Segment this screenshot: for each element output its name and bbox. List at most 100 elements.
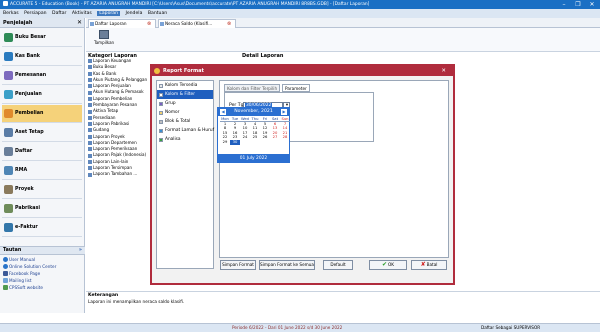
report-category-icon bbox=[88, 115, 92, 120]
tampilkan-button[interactable]: Tampilkan bbox=[93, 30, 115, 50]
menu-berkas[interactable]: Berkas bbox=[3, 11, 19, 16]
format-section-kolom-tersedia[interactable]: Kolom Tersedia bbox=[157, 81, 213, 90]
format-section-list: Kolom Tersedia Kolom & Filter Grup Nomor Blo… bbox=[156, 80, 214, 269]
format-section-grup[interactable]: Grup bbox=[157, 99, 213, 108]
sidebar-item-e-faktur[interactable]: e-Faktur bbox=[2, 219, 82, 237]
menu-aktivitas[interactable]: Aktivitas bbox=[72, 11, 92, 16]
sidebar-item-label: Penjualan bbox=[15, 92, 42, 97]
sidebar-item-kas-bank[interactable]: Kas Bank bbox=[2, 48, 82, 66]
kategori-label: Laporan Proyek bbox=[93, 133, 125, 139]
tab-neraca-saldo[interactable]: Neraca Saldo (Klasifi... ⊗ bbox=[158, 19, 236, 28]
report-category-icon bbox=[88, 84, 92, 89]
link-facebook[interactable]: Facebook Page bbox=[3, 271, 40, 277]
sidebar-item-proyek[interactable]: Proyek bbox=[2, 181, 82, 199]
sidebar-item-pabrikasi[interactable]: Pabrikasi bbox=[2, 200, 82, 218]
report-category-icon bbox=[88, 65, 92, 70]
sidebar-item-label: RMA bbox=[15, 168, 28, 173]
simpan-format-semua-button[interactable]: Simpan Format ke Semua bbox=[259, 260, 315, 270]
document-icon bbox=[160, 22, 164, 26]
format-section-format-laman-huruf[interactable]: Format Laman & Huruf bbox=[157, 126, 214, 135]
sidebar-item-buku-besar[interactable]: Buku Besar bbox=[2, 29, 82, 47]
status-bar: Periode 6/2022 - Dari 01 June 2022 s/d 3… bbox=[0, 323, 600, 332]
explorer-header: Penjelajah ✕ bbox=[0, 18, 84, 28]
default-button[interactable]: Default bbox=[323, 260, 353, 270]
checkmark-icon: ✔ bbox=[381, 261, 387, 268]
links-title: Tautan bbox=[3, 248, 22, 253]
kategori-label: Gudang bbox=[93, 127, 110, 133]
module-icon bbox=[4, 166, 13, 175]
section-icon bbox=[159, 101, 163, 106]
web-icon bbox=[3, 285, 8, 290]
sidebar-item-penjualan[interactable]: Penjualan bbox=[2, 86, 82, 104]
kategori-label: Laporan Lain-lain bbox=[93, 158, 129, 164]
menu-jendela[interactable]: Jendela bbox=[125, 11, 142, 16]
dialog-titlebar: Report Format ✕ bbox=[152, 66, 453, 76]
sidebar-item-rma[interactable]: RMA bbox=[2, 162, 82, 180]
menu-laporan[interactable]: Laporan bbox=[97, 11, 120, 16]
calendar-grid: Mon Tue Wed Thu Fri Sat Sun 1 2 3 4 5 6 7 8 9 10 11 12 13 14… bbox=[220, 117, 290, 145]
section-icon bbox=[159, 137, 163, 142]
section-label: Kolom Tersedia bbox=[165, 83, 198, 88]
next-month-button[interactable]: ▶ bbox=[281, 109, 287, 115]
batal-button[interactable]: ✘Batal bbox=[411, 260, 447, 270]
tab-daftar-laporan[interactable]: Daftar Laporan ⊗ bbox=[88, 19, 156, 28]
link-mailing-list[interactable]: Mailing list bbox=[3, 278, 31, 284]
module-icon bbox=[4, 90, 13, 99]
restore-button[interactable]: ❐ bbox=[573, 0, 583, 9]
collapse-links-button[interactable]: » bbox=[79, 247, 82, 255]
sidebar-item-daftar[interactable]: Daftar bbox=[2, 143, 82, 161]
ok-button[interactable]: ✔OK bbox=[369, 260, 407, 270]
link-cpssoft[interactable]: CPSSoft website bbox=[3, 285, 43, 291]
format-section-analisa[interactable]: Analisa bbox=[157, 135, 213, 144]
section-label: Analisa bbox=[165, 137, 181, 142]
menu-persiapan[interactable]: Persiapan bbox=[24, 11, 46, 16]
sidebar-item-label: Daftar bbox=[15, 149, 33, 154]
dialog-title: Report Format bbox=[163, 68, 204, 74]
close-explorer-button[interactable]: ✕ bbox=[77, 18, 82, 28]
format-section-blok-total[interactable]: Blok & Total bbox=[157, 117, 213, 126]
keterangan-panel: Keterangan Laporan ini menampilkan nerac… bbox=[86, 291, 600, 313]
prev-month-button[interactable]: ◀ bbox=[220, 109, 226, 115]
menu-bantuan[interactable]: Bantuan bbox=[148, 11, 167, 16]
tab-parameter[interactable]: Parameter bbox=[282, 84, 310, 92]
section-label: Kolom & Filter bbox=[165, 92, 195, 97]
report-category-icon bbox=[88, 166, 92, 171]
format-section-nomor[interactable]: Nomor bbox=[157, 108, 213, 117]
close-tab-icon[interactable]: ⊗ bbox=[227, 20, 231, 28]
kategori-label: Laporan Tersimpan bbox=[93, 165, 132, 171]
close-window-button[interactable]: ✕ bbox=[587, 0, 597, 9]
tab-kolom-filter-terpilih[interactable]: Kolom dan Filter Terpilih bbox=[224, 84, 281, 92]
sidebar-item-label: Aset Tetap bbox=[15, 130, 44, 135]
report-category-icon bbox=[88, 78, 92, 83]
format-section-kolom-filter[interactable]: Kolom & Filter bbox=[157, 90, 213, 99]
close-tab-icon[interactable]: ⊗ bbox=[147, 20, 151, 28]
sidebar-item-pemesanan[interactable]: Pemesanan bbox=[2, 67, 82, 85]
kategori-item[interactable]: Laporan Tambahan ... bbox=[88, 171, 148, 177]
kategori-label: Laporan Departemen bbox=[93, 139, 137, 145]
sidebar-item-label: e-Faktur bbox=[15, 225, 38, 230]
calendar-day[interactable]: 30 bbox=[230, 139, 240, 145]
calendar-day bbox=[240, 140, 250, 145]
close-dialog-button[interactable]: ✕ bbox=[441, 66, 446, 76]
document-tabbar: Daftar Laporan ⊗ Neraca Saldo (Klasifi..… bbox=[86, 18, 600, 28]
section-label: Blok & Total bbox=[165, 119, 191, 124]
kategori-label: Laporan Penjualan bbox=[93, 83, 131, 89]
kategori-label: Laporan Pembelian bbox=[93, 95, 133, 101]
link-user-manual[interactable]: User Manual bbox=[3, 257, 35, 263]
link-online-solution[interactable]: Online Solution Center bbox=[3, 264, 56, 270]
window-title: ACCURATE 5 - Education (Book) - PT AZARI… bbox=[10, 2, 370, 7]
calendar-day[interactable]: 29 bbox=[220, 140, 230, 145]
calendar-today[interactable]: 01 July 2022 bbox=[218, 154, 289, 163]
kategori-label: Laporan Pabrikasi bbox=[93, 120, 130, 126]
sidebar-item-pembelian[interactable]: Pembelian bbox=[2, 105, 82, 123]
simpan-format-button[interactable]: Simpan Format bbox=[220, 260, 256, 270]
sidebar-item-aset-tetap[interactable]: Aset Tetap bbox=[2, 124, 82, 142]
status-user: Daftar Sebagai SUPERVISOR bbox=[481, 325, 541, 330]
explorer-nav: Buku Besar Kas Bank Pemesanan Penjualan Pemb… bbox=[0, 29, 84, 237]
keterangan-text: Laporan ini menampilkan neraca saldo kla… bbox=[88, 299, 185, 304]
menu-daftar[interactable]: Daftar bbox=[52, 11, 66, 16]
mail-icon bbox=[3, 278, 8, 283]
minimize-button[interactable]: – bbox=[559, 0, 569, 9]
module-icon bbox=[4, 147, 13, 156]
kategori-label: Kas & Bank bbox=[93, 70, 117, 76]
